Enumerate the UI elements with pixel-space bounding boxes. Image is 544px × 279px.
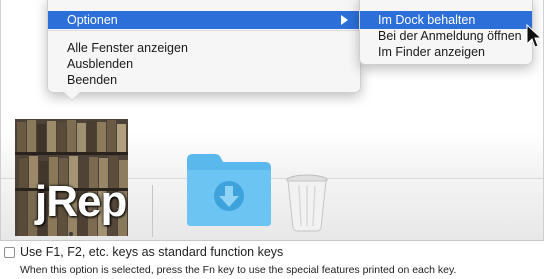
menu-item-beenden[interactable]: Beenden [48,71,360,89]
keyboard-settings: Use F1, F2, etc. keys as standard functi… [0,241,544,279]
mouse-cursor-icon [526,24,542,48]
function-keys-checkbox[interactable] [4,247,15,258]
trash-icon[interactable] [285,174,329,232]
dock-separator [152,185,153,237]
desktop-screenshot: jRep .de Optionen Alle Fenster anzeigen … [0,0,544,240]
jrep-app-icon[interactable]: jRep .de [15,119,128,236]
function-keys-help-text: When this option is selected, press the … [20,264,457,276]
dock-context-menu: Optionen Alle Fenster anzeigen Ausblende… [47,0,361,93]
bookshelf-row [15,119,128,152]
app-icon-subtext: .de [117,205,126,211]
running-indicator [69,232,73,236]
function-keys-label[interactable]: Use F1, F2, etc. keys as standard functi… [20,245,283,259]
submenu-arrow-icon [341,15,348,25]
app-icon-text: jRep [35,177,127,226]
options-submenu: Im Dock behalten Bei der Anmeldung öffne… [359,0,533,65]
menu-pointer [64,92,80,100]
submenu-item-im-finder-anzeigen[interactable]: Im Finder anzeigen [360,43,532,61]
menu-separator [48,30,360,31]
downloads-folder-icon[interactable] [185,150,273,228]
menu-item-optionen[interactable]: Optionen [48,11,360,29]
